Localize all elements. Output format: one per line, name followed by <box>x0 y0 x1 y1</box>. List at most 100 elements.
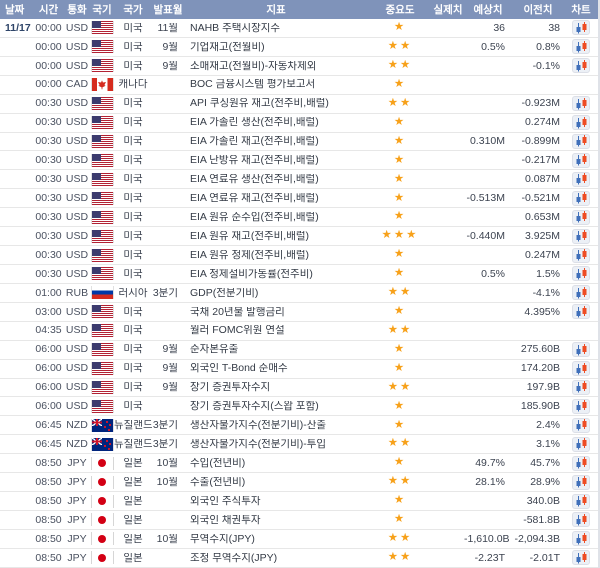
candlestick-chart-icon[interactable] <box>572 96 590 111</box>
indicator-link[interactable]: BOC 금융시스템 평가보고서 <box>184 79 368 90</box>
indicator-link[interactable]: NAHB 주택시장지수 <box>184 23 368 34</box>
table-row[interactable]: 00:30 USD 미국 EIA 연료유 재고(전주비,배럴) ★ -0.513… <box>0 189 598 208</box>
chart-cell <box>564 380 598 395</box>
table-row[interactable]: 00:00 USD 미국 9월 기업재고(전월비) ★★ 0.5% 0.8% <box>0 38 598 57</box>
table-row[interactable]: 01:00 RUB 러시아 3분기 GDP(전분기비) ★★ -4.1% <box>0 284 598 303</box>
table-row[interactable]: 08:50 JPY 일본 10월 무역수지(JPY) ★★ -1,610.0B … <box>0 530 598 549</box>
indicator-link[interactable]: 수출(전년비) <box>184 477 368 488</box>
flag-us-icon <box>92 211 113 224</box>
indicator-link[interactable]: EIA 원유 재고(전주비,배럴) <box>184 231 368 242</box>
table-row[interactable]: 00:30 USD 미국 EIA 원유 정제(전주비,배럴) ★ 0.247M <box>0 246 598 265</box>
candlestick-chart-icon[interactable] <box>572 58 590 73</box>
table-row[interactable]: 11/17 00:00 USD 미국 11월 NAHB 주택시장지수 ★ 36 … <box>0 19 598 38</box>
currency-cell: USD <box>64 174 90 185</box>
indicator-link[interactable]: 수입(전년비) <box>184 458 368 469</box>
country-cell: 미국 <box>114 382 152 393</box>
candlestick-chart-icon[interactable] <box>572 418 590 433</box>
table-row[interactable]: 06:00 USD 미국 9월 외국인 T-Bond 순매수 ★ 174.20B <box>0 360 598 379</box>
country-cell: 미국 <box>114 136 152 147</box>
indicator-link[interactable]: EIA 연료유 재고(전주비,배럴) <box>184 193 368 204</box>
indicator-link[interactable]: 장기 증권투자수지 <box>184 382 368 393</box>
candlestick-chart-icon[interactable] <box>572 494 590 509</box>
table-row[interactable]: 06:00 USD 미국 9월 장기 증권투자수지 ★★ 197.9B <box>0 379 598 398</box>
candlestick-chart-icon[interactable] <box>572 531 590 546</box>
indicator-link[interactable]: 순자본유출 <box>184 344 368 355</box>
header-currency: 통화 <box>64 2 90 17</box>
table-row[interactable]: 03:00 USD 미국 국채 20년물 발행금리 ★ 4.395% <box>0 303 598 322</box>
indicator-link[interactable]: EIA 원유 순수입(전주비,배럴) <box>184 212 368 223</box>
candlestick-chart-icon[interactable] <box>572 153 590 168</box>
candlestick-chart-icon[interactable] <box>572 437 590 452</box>
table-row[interactable]: 00:30 USD 미국 EIA 가솔린 재고(전주비,배럴) ★ 0.310M… <box>0 133 598 152</box>
candlestick-chart-icon[interactable] <box>572 266 590 281</box>
candlestick-chart-icon[interactable] <box>572 248 590 263</box>
indicator-link[interactable]: EIA 가솔린 생산(전주비,배럴) <box>184 117 368 128</box>
indicator-link[interactable]: GDP(전분기비) <box>184 288 368 299</box>
table-row[interactable]: 00:00 CAD 캐나다 BOC 금융시스템 평가보고서 ★ <box>0 76 598 95</box>
chart-cell <box>564 437 598 452</box>
indicator-link[interactable]: 조정 무역수지(JPY) <box>184 553 368 564</box>
indicator-link[interactable]: API 쿠싱원유 재고(전주비,배럴) <box>184 98 368 109</box>
table-row[interactable]: 08:50 JPY 일본 외국인 주식투자 ★ 340.0B <box>0 492 598 511</box>
indicator-link[interactable]: EIA 정제설비가동률(전주비) <box>184 269 368 280</box>
table-row[interactable]: 00:30 USD 미국 EIA 연료유 생산(전주비,배럴) ★ 0.087M <box>0 170 598 189</box>
candlestick-chart-icon[interactable] <box>572 512 590 527</box>
table-row[interactable]: 08:50 JPY 일본 조정 무역수지(JPY) ★★ -2.23T -2.0… <box>0 549 598 568</box>
importance-stars: ★★★ <box>368 230 432 242</box>
indicator-link[interactable]: 소매재고(전월비)-자동차제외 <box>184 61 368 72</box>
table-row[interactable]: 00:30 USD 미국 EIA 원유 재고(전주비,배럴) ★★★ -0.44… <box>0 227 598 246</box>
table-row[interactable]: 00:00 USD 미국 9월 소매재고(전월비)-자동차제외 ★★ -0.1% <box>0 57 598 76</box>
table-row[interactable]: 06:45 NZD 뉴질랜드 3분기 생산자물가지수(전분기비)-투입 ★★ 3… <box>0 435 598 454</box>
candlestick-chart-icon[interactable] <box>572 342 590 357</box>
candlestick-chart-icon[interactable] <box>572 550 590 565</box>
table-row[interactable]: 00:30 USD 미국 API 쿠싱원유 재고(전주비,배럴) ★★ -0.9… <box>0 95 598 114</box>
indicator-link[interactable]: 외국인 채권투자 <box>184 515 368 526</box>
indicator-link[interactable]: 장기 증권투자수지(스왑 포함) <box>184 401 368 412</box>
candlestick-chart-icon[interactable] <box>572 304 590 319</box>
country-cell: 미국 <box>114 193 152 204</box>
indicator-link[interactable]: 국채 20년물 발행금리 <box>184 307 368 318</box>
candlestick-chart-icon[interactable] <box>572 134 590 149</box>
candlestick-chart-icon[interactable] <box>572 361 590 376</box>
candlestick-chart-icon[interactable] <box>572 115 590 130</box>
indicator-link[interactable]: 월러 FOMC위원 연설 <box>184 325 368 336</box>
indicator-link[interactable]: EIA 연료유 생산(전주비,배럴) <box>184 174 368 185</box>
candlestick-chart-icon[interactable] <box>572 399 590 414</box>
currency-cell: JPY <box>64 477 90 488</box>
indicator-link[interactable]: EIA 원유 정제(전주비,배럴) <box>184 250 368 261</box>
candlestick-chart-icon[interactable] <box>572 456 590 471</box>
indicator-link[interactable]: EIA 가솔린 재고(전주비,배럴) <box>184 136 368 147</box>
indicator-link[interactable]: 생산자물가지수(전분기비)-투입 <box>184 439 368 450</box>
indicator-link[interactable]: 기업재고(전월비) <box>184 42 368 53</box>
candlestick-chart-icon[interactable] <box>572 39 590 54</box>
table-row[interactable]: 04:35 USD 미국 월러 FOMC위원 연설 ★★ <box>0 322 598 341</box>
table-row[interactable]: 00:30 USD 미국 EIA 가솔린 생산(전주비,배럴) ★ 0.274M <box>0 114 598 133</box>
candlestick-chart-icon[interactable] <box>572 210 590 225</box>
previous-cell: 0.087M <box>512 174 564 185</box>
table-row[interactable]: 00:30 USD 미국 EIA 난방유 재고(전주비,배럴) ★ -0.217… <box>0 151 598 170</box>
indicator-link[interactable]: 생산자물가지수(전분기비)-산출 <box>184 420 368 431</box>
indicator-link[interactable]: EIA 난방유 재고(전주비,배럴) <box>184 155 368 166</box>
indicator-link[interactable]: 외국인 T-Bond 순매수 <box>184 363 368 374</box>
table-header: 날짜 시간 통화 국기 국가 발표월 지표 중요도 실제치 예상치 이전치 차트 <box>0 0 598 19</box>
time-cell: 08:50 <box>33 534 64 545</box>
candlestick-chart-icon[interactable] <box>572 172 590 187</box>
chart-cell <box>564 191 598 206</box>
candlestick-chart-icon[interactable] <box>572 285 590 300</box>
table-row[interactable]: 00:30 USD 미국 EIA 원유 순수입(전주비,배럴) ★ 0.653M <box>0 208 598 227</box>
table-row[interactable]: 08:50 JPY 일본 10월 수입(전년비) ★ 49.7% 45.7% <box>0 454 598 473</box>
indicator-link[interactable]: 무역수지(JPY) <box>184 534 368 545</box>
indicator-link[interactable]: 외국인 주식투자 <box>184 496 368 507</box>
table-row[interactable]: 00:30 USD 미국 EIA 정제설비가동률(전주비) ★ 0.5% 1.5… <box>0 265 598 284</box>
candlestick-chart-icon[interactable] <box>572 475 590 490</box>
candlestick-chart-icon[interactable] <box>572 380 590 395</box>
table-row[interactable]: 06:00 USD 미국 9월 순자본유출 ★ 275.60B <box>0 341 598 360</box>
candlestick-chart-icon[interactable] <box>572 229 590 244</box>
candlestick-chart-icon[interactable] <box>572 20 590 35</box>
candlestick-chart-icon[interactable] <box>572 191 590 206</box>
table-row[interactable]: 08:50 JPY 일본 10월 수출(전년비) ★★ 28.1% 28.9% <box>0 473 598 492</box>
table-row[interactable]: 08:50 JPY 일본 외국인 채권투자 ★ -581.8B <box>0 511 598 530</box>
table-row[interactable]: 06:00 USD 미국 장기 증권투자수지(스왑 포함) ★ 185.90B <box>0 397 598 416</box>
table-row[interactable]: 06:45 NZD 뉴질랜드 3분기 생산자물가지수(전분기비)-산출 ★ 2.… <box>0 416 598 435</box>
previous-cell: 28.9% <box>512 477 564 488</box>
